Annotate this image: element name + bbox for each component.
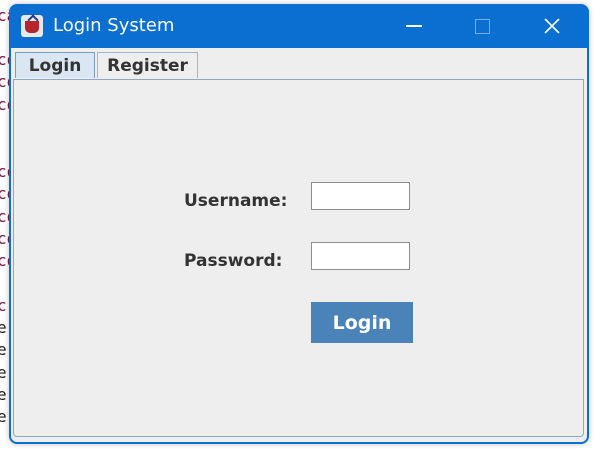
background-code-line: e — [0, 340, 7, 359]
background-code-line: c — [0, 296, 7, 315]
background-code-line: e — [0, 407, 7, 426]
maximize-button[interactable] — [459, 4, 505, 48]
background-code-line: e — [0, 385, 7, 404]
maximize-icon — [474, 18, 490, 34]
login-window: Login System Login Register Username: Pa… — [9, 4, 589, 444]
close-icon — [544, 18, 560, 34]
close-button[interactable] — [529, 4, 575, 48]
minimize-button[interactable] — [391, 4, 437, 48]
login-tab-panel — [13, 79, 584, 437]
username-label: Username: — [184, 191, 288, 211]
background-code-line: e — [0, 318, 7, 337]
tab-register[interactable]: Register — [97, 52, 198, 78]
window-title: Login System — [53, 15, 175, 36]
minimize-icon — [406, 25, 422, 27]
username-field[interactable] — [311, 182, 410, 210]
background-code-line: e — [0, 363, 7, 382]
client-area: Login Register Username: Password: Login — [11, 48, 587, 442]
tab-login[interactable]: Login — [15, 52, 95, 78]
password-label: Password: — [184, 251, 283, 271]
login-button[interactable]: Login — [311, 302, 413, 343]
password-field[interactable] — [311, 242, 410, 270]
java-cup-icon — [21, 14, 43, 37]
title-bar[interactable]: Login System — [9, 4, 589, 48]
